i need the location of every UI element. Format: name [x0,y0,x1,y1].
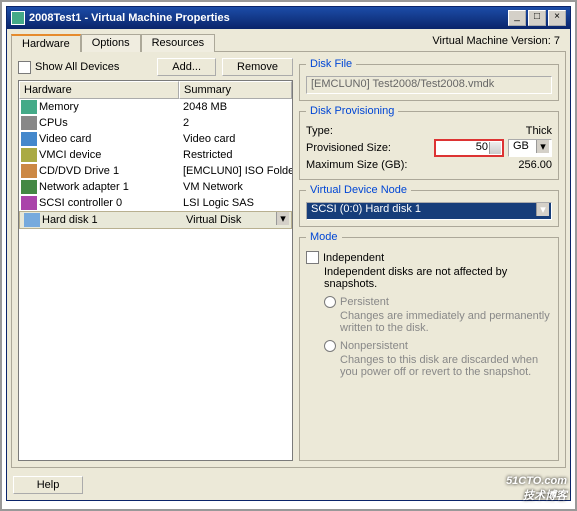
col-summary[interactable]: Summary [179,81,292,99]
disk-file-legend: Disk File [306,58,356,70]
persistent-label: Persistent [340,296,389,308]
sm-cell: LSI Logic SAS [183,197,292,209]
independent-checkbox[interactable] [306,251,319,264]
persistent-desc: Changes are immediately and permanently … [340,310,552,334]
type-label: Type: [306,125,526,137]
type-value: Thick [526,125,552,137]
minimize-button[interactable]: _ [508,10,526,26]
tab-options[interactable]: Options [81,34,141,52]
disk-provisioning-group: Disk Provisioning Type: Thick Provisione… [299,105,559,180]
show-all-label: Show All Devices [35,61,119,73]
hw-cell: VMCI device [39,149,183,161]
tab-hardware[interactable]: Hardware [11,34,81,52]
disk-file-group: Disk File [EMCLUN0] Test2008/Test2008.vm… [299,58,559,101]
provisioned-size-label: Provisioned Size: [306,142,434,154]
sm-cell: [EMCLUN0] ISO Folder... [183,165,292,177]
device-icon [21,116,37,130]
table-row[interactable]: CD/DVD Drive 1[EMCLUN0] ISO Folder... [19,163,292,179]
device-icon [21,164,37,178]
nonpersistent-label: Nonpersistent [340,340,408,352]
nonpersistent-radio [324,340,336,352]
provisioning-legend: Disk Provisioning [306,105,398,117]
tab-resources[interactable]: Resources [141,34,216,52]
device-icon [24,213,40,227]
close-button[interactable]: × [548,10,566,26]
provisioned-size-input[interactable]: 50 [434,139,504,157]
tab-bar: Hardware Options Resources Virtual Machi… [11,33,566,51]
table-row[interactable]: VMCI deviceRestricted [19,147,292,163]
vm-version-label: Virtual Machine Version: 7 [426,33,566,51]
table-row[interactable]: CPUs2 [19,115,292,131]
hw-cell: Memory [39,101,183,113]
vdn-select[interactable]: SCSI (0:0) Hard disk 1 [306,202,552,220]
titlebar: 2008Test1 - Virtual Machine Properties _… [7,7,570,29]
table-row[interactable]: Network adapter 1VM Network [19,179,292,195]
sm-cell: 2048 MB [183,101,292,113]
sm-cell: Restricted [183,149,292,161]
sm-cell: 2 [183,117,292,129]
size-unit-select[interactable]: GB [508,139,552,157]
nonpersistent-desc: Changes to this disk are discarded when … [340,354,552,378]
sm-cell: Virtual Disk [186,214,275,226]
table-row[interactable]: SCSI controller 0LSI Logic SAS [19,195,292,211]
hw-cell: SCSI controller 0 [39,197,183,209]
hw-cell: Hard disk 1 [42,214,186,226]
show-all-checkbox[interactable] [18,61,31,74]
mode-group: Mode Independent Independent disks are n… [299,231,559,461]
max-size-label: Maximum Size (GB): [306,159,518,171]
independent-label: Independent [323,252,384,264]
vdn-legend: Virtual Device Node [306,184,411,196]
hw-cell: CD/DVD Drive 1 [39,165,183,177]
max-size-value: 256.00 [518,159,552,171]
device-icon [21,148,37,162]
device-icon [21,132,37,146]
table-row[interactable]: Video cardVideo card [19,131,292,147]
add-button[interactable]: Add... [157,58,216,76]
device-icon [21,180,37,194]
help-button[interactable]: Help [13,476,83,494]
hw-cell: Video card [39,133,183,145]
app-icon [11,11,25,25]
persistent-radio [324,296,336,308]
col-hardware[interactable]: Hardware [19,81,179,99]
table-row[interactable]: Memory2048 MB [19,99,292,115]
sm-cell: Video card [183,133,292,145]
vm-properties-window: 2008Test1 - Virtual Machine Properties _… [6,6,571,501]
hardware-table: Hardware Summary Memory2048 MBCPUs2Video… [18,80,293,461]
hw-cell: Network adapter 1 [39,181,183,193]
sm-cell: VM Network [183,181,292,193]
virtual-device-node-group: Virtual Device Node SCSI (0:0) Hard disk… [299,184,559,227]
table-row[interactable]: Hard disk 1Virtual Disk [19,211,292,229]
disk-file-input[interactable]: [EMCLUN0] Test2008/Test2008.vmdk [306,76,552,94]
device-icon [21,100,37,114]
device-icon [21,196,37,210]
remove-button[interactable]: Remove [222,58,293,76]
independent-desc: Independent disks are not affected by sn… [324,266,552,290]
window-title: 2008Test1 - Virtual Machine Properties [29,12,508,24]
maximize-button[interactable]: □ [528,10,546,26]
mode-legend: Mode [306,231,342,243]
hw-cell: CPUs [39,117,183,129]
